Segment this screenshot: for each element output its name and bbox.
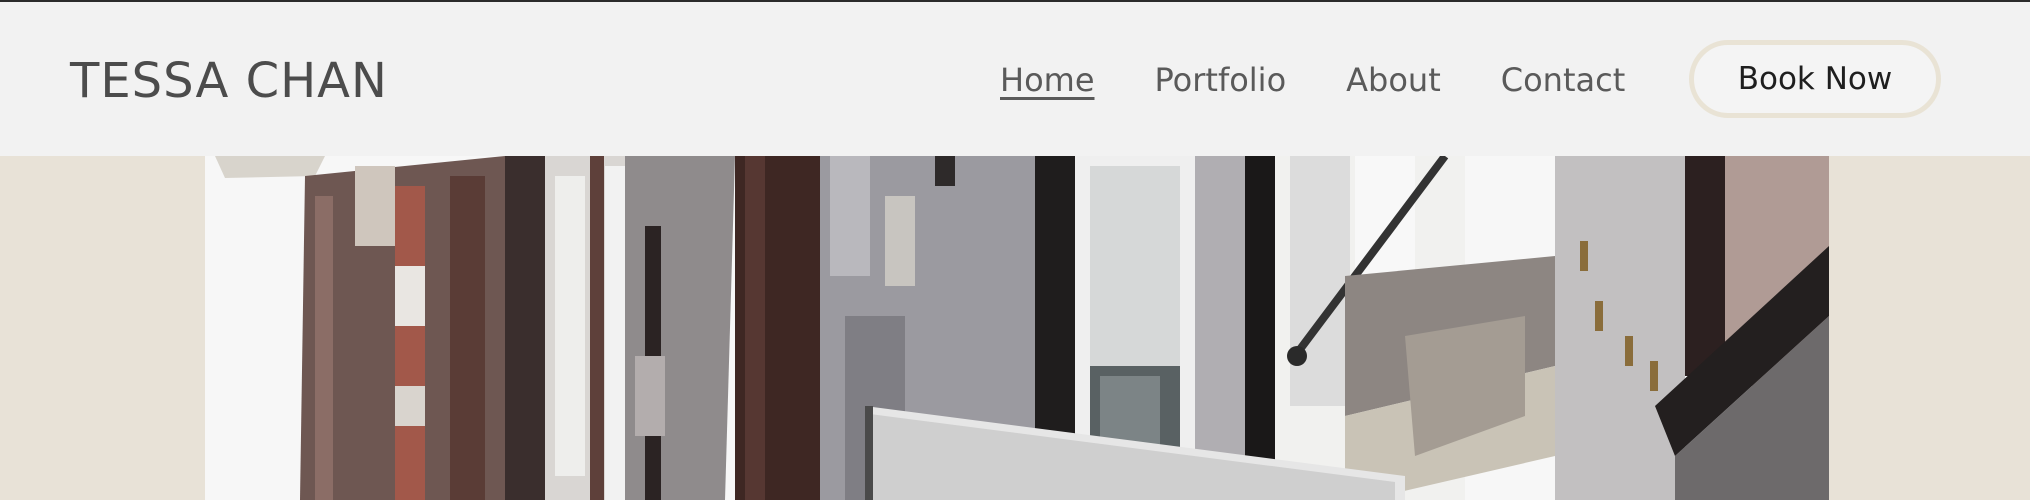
hero-image xyxy=(205,156,1829,500)
nav-link-contact[interactable]: Contact xyxy=(1501,54,1626,106)
main-navigation: Home Portfolio About Contact xyxy=(1000,54,1685,106)
nav-link-about[interactable]: About xyxy=(1346,54,1441,106)
building-facade-photo xyxy=(205,156,1829,500)
site-header: TESSA CHAN Home Portfolio About Contact … xyxy=(0,2,2030,156)
nav-link-home[interactable]: Home xyxy=(1000,54,1095,106)
site-logo-text[interactable]: TESSA CHAN xyxy=(70,52,388,110)
page: TESSA CHAN Home Portfolio About Contact … xyxy=(0,0,2030,500)
book-now-button[interactable]: Book Now xyxy=(1689,40,1941,118)
nav-link-portfolio[interactable]: Portfolio xyxy=(1155,54,1287,106)
